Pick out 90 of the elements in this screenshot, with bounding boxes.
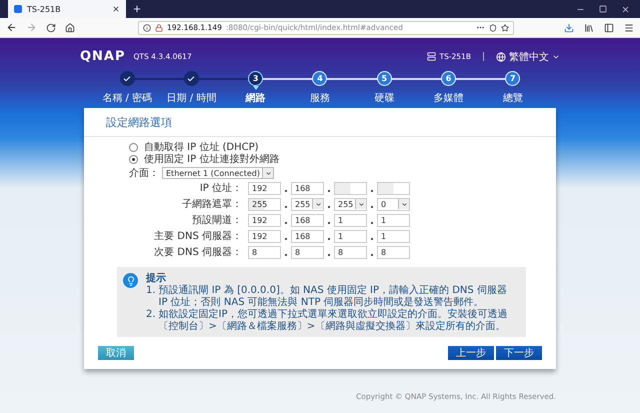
step-label: 服務 xyxy=(310,92,330,105)
field-label: 子網路遮罩： xyxy=(181,198,242,211)
lock-icon[interactable] xyxy=(155,24,163,32)
star-icon[interactable] xyxy=(501,24,509,32)
step-circle: 3 xyxy=(248,71,264,86)
field-label: 預設閘道： xyxy=(191,214,242,227)
close-icon[interactable] xyxy=(112,5,120,13)
dot-separator xyxy=(328,190,330,192)
card-title: 設定網路選項 xyxy=(84,108,556,137)
step-circle: 5 xyxy=(376,71,392,86)
dot-separator xyxy=(371,190,373,192)
octet-field[interactable]: 1 xyxy=(377,230,410,242)
radio-button[interactable] xyxy=(129,143,138,152)
server-icon xyxy=(427,52,436,61)
caret-icon xyxy=(358,200,364,208)
octet-field[interactable]: 8 xyxy=(334,246,367,258)
field-label: 介面： xyxy=(129,167,159,180)
octet-field[interactable]: 168 xyxy=(291,214,324,226)
field-label: 次要 DNS 伺服器： xyxy=(153,246,242,259)
octet-field[interactable]: 1 xyxy=(334,214,367,226)
sidebar-icon[interactable] xyxy=(604,22,614,32)
step-label: 硬碟 xyxy=(374,92,394,105)
dot-separator xyxy=(285,190,287,192)
octet-field[interactable]: 168 xyxy=(291,182,324,194)
browser-tab[interactable]: TS-251B xyxy=(8,0,126,18)
reload-icon[interactable] xyxy=(46,22,56,32)
caret-icon xyxy=(400,200,408,208)
step-circle: 4 xyxy=(312,71,328,86)
download-icon[interactable] xyxy=(564,22,574,32)
step-label: 日期 / 時間 xyxy=(166,92,216,105)
tip-title: 提示 xyxy=(146,272,167,285)
octet-field[interactable]: 192 xyxy=(248,214,281,226)
octet-field[interactable]: 168 xyxy=(291,230,324,242)
radio-button[interactable] xyxy=(129,155,138,164)
interface-dropdown[interactable]: Ethernet 1 (Connected) xyxy=(162,167,274,179)
dot-separator xyxy=(328,254,330,256)
lightbulb-icon xyxy=(123,273,138,288)
list-number: 1. xyxy=(146,285,156,298)
caret-icon xyxy=(314,200,322,208)
dot-separator xyxy=(371,238,373,240)
octet-dropdown[interactable]: 255 xyxy=(334,198,367,210)
info-icon[interactable] xyxy=(143,24,151,32)
language-button[interactable]: 繁體中文 xyxy=(496,50,560,64)
octet-dropdown[interactable]: 255 xyxy=(291,198,324,210)
next-button[interactable]: 下一步 xyxy=(496,346,542,360)
globe-icon xyxy=(496,52,506,62)
plus-icon[interactable] xyxy=(132,4,142,14)
dot-separator xyxy=(371,206,373,208)
menu-icon[interactable] xyxy=(624,22,634,32)
step-label: 多媒體 xyxy=(434,92,464,105)
step-label: 總覽 xyxy=(502,92,523,105)
radio-label: 使用固定 IP 位址連接對外網路 xyxy=(144,154,280,165)
step-label: 名稱 / 密碼 xyxy=(102,92,152,105)
home-icon[interactable] xyxy=(65,22,75,32)
back-button[interactable]: 上一步 xyxy=(448,346,494,360)
octet-dropdown[interactable]: 0 xyxy=(377,198,410,210)
dot-separator xyxy=(328,238,330,240)
tip-text: 預設通訊閘 IP 為 [0.0.0.0]。如 NAS 使用固定 IP，請輸入正確的 DNS 伺服器 IP 位址；否則 NAS 可能無法與 NTP 伺服器同步時間或是發送警告郵件。 xyxy=(158,285,508,308)
caret-icon xyxy=(264,170,272,176)
dot-separator xyxy=(328,206,330,208)
dot-separator xyxy=(328,222,330,224)
step-circle: 7 xyxy=(505,71,520,86)
library-icon[interactable] xyxy=(584,22,594,32)
dot-separator xyxy=(371,222,373,224)
step-label: 網路 xyxy=(246,92,266,105)
octet-field[interactable]: 192 xyxy=(248,182,281,194)
tip-text: 如欲設定固定IP，您可透過下拉式選單來選取欲立即設定的介面。安裝後可透過〔控制台〕>〔網路＆檔案服務〕>〔網路與虛擬交換器〕來設定所有的介面。 xyxy=(158,309,509,333)
list-number: 2. xyxy=(146,309,156,322)
check-icon xyxy=(123,74,132,82)
dot-separator xyxy=(371,254,373,256)
site-icon xyxy=(14,5,22,13)
field-label: IP 位址： xyxy=(198,182,242,195)
dot-separator xyxy=(285,238,287,240)
dot-separator xyxy=(285,254,287,256)
step-circle: 6 xyxy=(441,71,456,86)
logo: QNAP xyxy=(80,49,126,64)
check-icon xyxy=(187,74,196,82)
octet-field[interactable]: 1 xyxy=(334,230,367,242)
shield-icon[interactable] xyxy=(489,24,497,32)
field-label: 主要 DNS 伺服器： xyxy=(153,230,242,243)
dot-separator xyxy=(285,206,287,208)
octet-field[interactable]: 192 xyxy=(248,230,281,242)
octet-field[interactable]: 8 xyxy=(291,246,324,258)
octet-field[interactable]: 1 xyxy=(377,214,410,226)
octet-field[interactable]: 8 xyxy=(248,246,281,258)
radio-label: 自動取得 IP 位址 (DHCP) xyxy=(144,142,259,153)
dot-separator xyxy=(285,222,287,224)
maximize-icon[interactable] xyxy=(599,5,607,13)
back-icon[interactable] xyxy=(6,22,17,33)
octet-field[interactable]: 8 xyxy=(377,246,410,258)
